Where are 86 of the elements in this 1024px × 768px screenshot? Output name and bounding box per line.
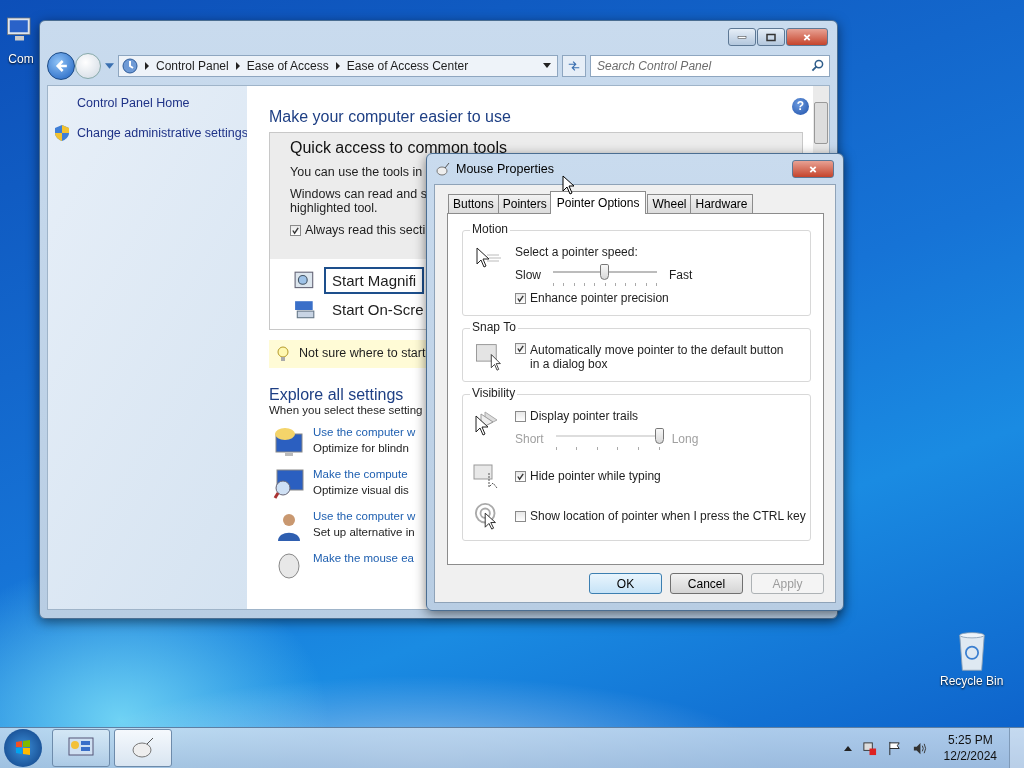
window-title: Mouse Properties [456, 162, 554, 176]
mouse-pointer-icon [562, 175, 574, 195]
windows-logo-icon [13, 738, 33, 758]
clock[interactable]: 5:25 PM 12/2/2024 [943, 733, 997, 763]
clock-time: 5:25 PM [947, 733, 993, 747]
breadcrumb-item[interactable]: Control Panel [156, 59, 229, 73]
minimize-button[interactable] [728, 28, 756, 46]
page-heading: Make your computer easier to use [269, 108, 511, 126]
description-text: You can use the tools in [290, 165, 423, 179]
sidebar-link[interactable]: Control Panel Home [77, 96, 190, 110]
slider-min-label: Slow [515, 268, 541, 282]
breadcrumb-item[interactable]: Ease of Access Center [346, 59, 469, 73]
desktop-icon-label[interactable]: Com [8, 52, 34, 66]
back-button[interactable] [47, 52, 75, 80]
checkbox[interactable] [290, 224, 301, 236]
mouse-icon [436, 162, 450, 176]
section-title: Quick access to common tools [290, 139, 507, 157]
slider-max-label: Fast [669, 268, 693, 282]
description-text: When you select these setting [269, 404, 423, 416]
description-text: highlighted tool. [290, 201, 378, 215]
show-hidden-icons-icon[interactable] [843, 745, 852, 751]
checkbox-label[interactable]: Always read this secti [305, 223, 426, 237]
maximize-icon [766, 32, 776, 42]
search-icon[interactable] [811, 59, 824, 72]
slider-min-label: Short [515, 432, 544, 446]
address-bar[interactable]: Control Panel Ease of Access Ease of Access Center [118, 55, 558, 77]
checkbox[interactable] [515, 292, 526, 304]
desktop-icon-label[interactable]: Recycle Bin [940, 674, 1004, 688]
settings-link[interactable]: Use the computer w [313, 510, 416, 522]
network-icon[interactable] [861, 740, 877, 756]
flag-icon[interactable] [886, 740, 902, 756]
settings-link[interactable]: Make the mouse ea [313, 552, 414, 564]
dialog-button[interactable]: Cancel [670, 573, 743, 594]
keyboard-icon [294, 298, 316, 321]
checkbox[interactable] [515, 470, 526, 482]
lightbulb-icon [277, 346, 289, 362]
slider-prompt: Select a pointer speed: [515, 245, 639, 259]
breadcrumb-arrow-icon[interactable] [335, 62, 340, 70]
monitor-magnifier-icon [273, 468, 305, 500]
refresh-button[interactable] [562, 55, 586, 77]
taskbar-app-button[interactable] [114, 729, 172, 767]
settings-link[interactable]: Use the computer w [313, 426, 416, 438]
group-title: Snap To [470, 320, 518, 334]
tab[interactable]: Pointer Options [549, 191, 647, 214]
settings-link[interactable]: Make the compute [313, 468, 409, 480]
taskbar-app-button[interactable] [52, 729, 110, 767]
search-field[interactable]: Search Control Panel [590, 55, 830, 77]
tab[interactable]: Hardware [690, 194, 753, 213]
section-title: Explore all settings [269, 386, 404, 404]
description-text: Optimize for blindn [313, 442, 410, 454]
monitor-speech-icon [273, 426, 305, 458]
tab[interactable]: Wheel [647, 194, 692, 213]
tab[interactable]: Pointers [497, 194, 552, 213]
checkbox[interactable] [515, 510, 526, 522]
checkbox[interactable] [515, 343, 526, 354]
checkbox-label[interactable]: Hide pointer while typing [530, 469, 661, 483]
description-text: Set up alternative in [313, 526, 416, 538]
tab[interactable]: Buttons [448, 194, 499, 213]
description-text: Windows can read and s [290, 187, 427, 201]
maximize-button[interactable] [757, 28, 785, 46]
breadcrumb-arrow-icon[interactable] [145, 62, 149, 70]
checkbox-label[interactable]: Enhance pointer precision [530, 291, 669, 305]
tool-link[interactable]: Start Magnifi [324, 267, 425, 294]
button-pointer-icon [473, 343, 503, 371]
breadcrumb-arrow-icon[interactable] [235, 62, 240, 70]
clock-date: 12/2/2024 [943, 749, 997, 763]
speed-slider[interactable] [553, 264, 657, 286]
tip-text[interactable]: Not sure where to start [299, 346, 426, 360]
close-icon [802, 32, 812, 42]
dropdown-arrow-icon[interactable] [543, 63, 551, 69]
group-title: Motion [470, 222, 511, 236]
group-title: Visibility [470, 386, 518, 400]
checkbox-label[interactable]: Show location of pointer when I press the CTRL key [530, 509, 806, 523]
breadcrumb-item[interactable]: Ease of Access [246, 59, 329, 73]
start-button[interactable] [4, 729, 42, 767]
description-text: Optimize visual dis [313, 484, 409, 496]
slider-thumb[interactable] [600, 264, 609, 280]
slider-max-label: Long [671, 432, 699, 446]
close-button[interactable] [786, 28, 828, 46]
close-button[interactable] [792, 160, 834, 178]
close-icon [808, 164, 818, 174]
dialog-button[interactable]: OK [589, 573, 662, 594]
refresh-icon [567, 60, 581, 72]
shield-icon [54, 124, 70, 142]
sidebar-link[interactable]: Change administrative settings [77, 126, 248, 140]
checkbox-label[interactable]: Automatically move pointer to the default button in a dialog box [530, 343, 790, 371]
